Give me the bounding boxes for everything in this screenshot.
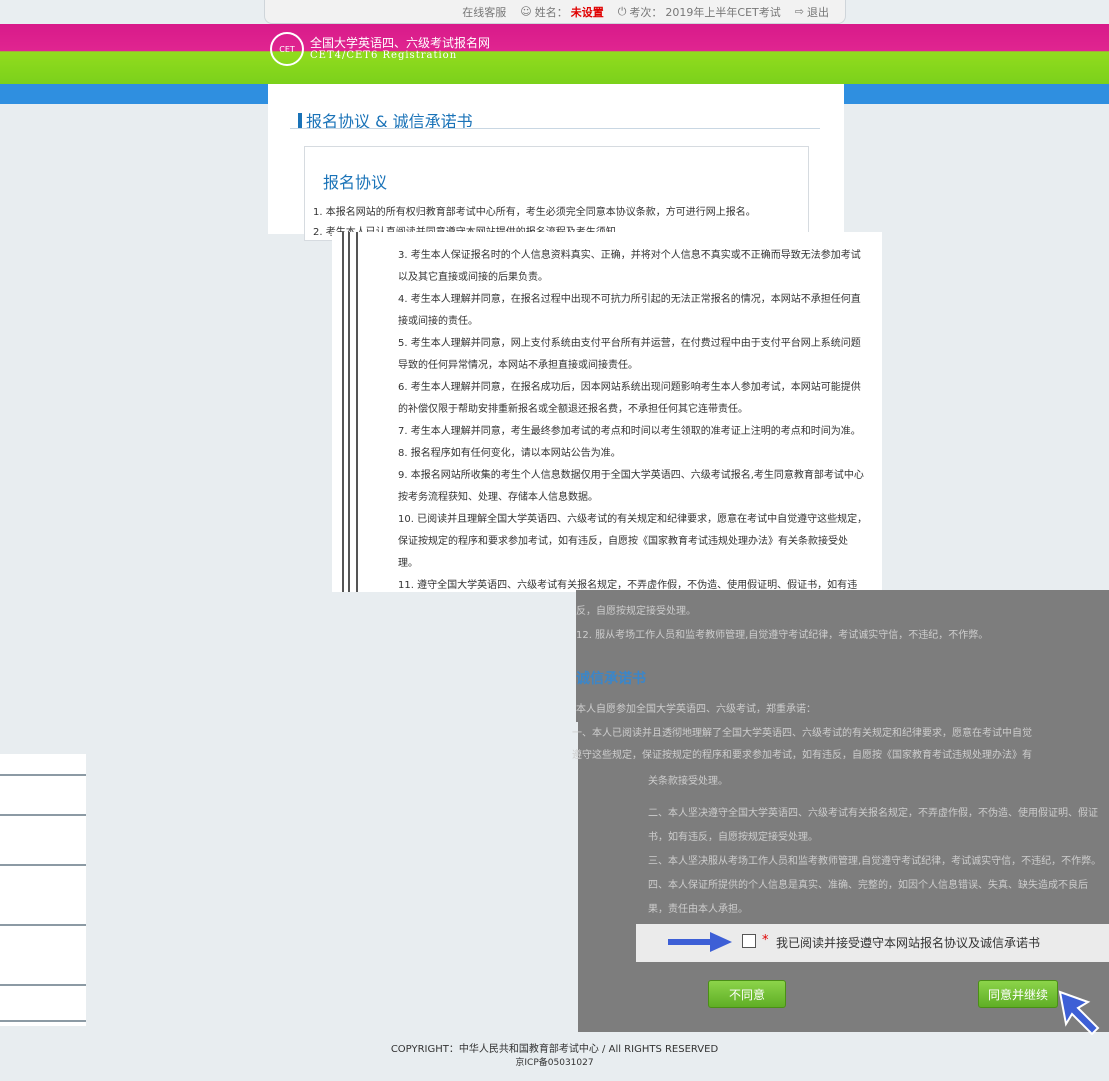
agreement-item: 反，自愿按规定接受处理。 [576,606,696,617]
required-mark: * [762,933,769,948]
logout-label: 退出 [807,5,829,19]
agreement-item: 5. 考生本人理解并同意，网上支付系统由支付平台所有并运营，在付费过程中由于支付… [398,338,861,349]
pointer-arrow-icon [668,932,732,952]
agreement-item: 9. 本报名网站所收集的考生个人信息数据仅用于全国大学英语四、六级考试报名,考生… [398,470,864,481]
title-divider [290,128,820,129]
pledge-item: 关条款接受处理。 [648,776,728,787]
agreement-item: 以及其它直接或间接的后果负责。 [398,272,548,283]
icp-number[interactable]: 京ICP备05031027 [0,1055,1109,1068]
site-title: 全国大学英语四、六级考试报名网 [310,36,491,50]
agreement-item: 理。 [398,558,418,569]
exam-label: 考次： [629,5,663,19]
agreement-item: 7. 考生本人理解并同意，考生最终参加考试的考点和时间以考生领取的准考证上注明的… [398,426,861,437]
exam-icon: ⏻ [617,4,627,18]
stripe [0,984,86,986]
agreement-scroll-area[interactable]: 3. 考生本人保证报名时的个人信息资料真实、正确，并将对个人信息不真实或不正确而… [332,232,882,592]
scroll-edge [348,232,350,592]
cet-seal-icon: CET [270,32,304,66]
agreement-panel: 报名协议 1. 本报名网站的所有权归教育部考试中心所有，考生必须完全同意本协议条… [304,146,809,241]
pledge-heading: 诚信承诺书 [576,671,646,687]
online-service-link[interactable]: 在线客服 [462,4,506,20]
pledge-item: 书，如有违反，自愿按规定接受处理。 [648,832,818,843]
site-subtitle: CET4/CET6 Registration [310,50,458,61]
stripe [0,814,86,816]
logout-icon: ⇨ [794,5,804,18]
copyright-text: COPYRIGHT：中华人民共和国教育部考试中心 / All RIGHTS RE… [390,1044,719,1055]
site-banner: CET 全国大学英语四、六级考试报名网 CET4/CET6 Registrati… [0,24,1109,84]
exam-session: ⏻ 考次： 2019年上半年CET考试 [618,4,781,20]
name-label: 姓名： [534,5,568,19]
agree-button[interactable]: 同意并继续 [978,980,1058,1008]
agreement-item: 8. 报名程序如有任何变化，请以本网站公告为准。 [398,448,621,459]
agreement-item: 6. 考生本人理解并同意，在报名成功后，因本网站系统出现问题影响考生本人参加考试… [398,382,861,393]
agreement-item: 1. 本报名网站的所有权归教育部考试中心所有，考生必须完全同意本协议条款，方可进… [313,207,756,218]
left-decoration [0,754,86,1026]
consent-checkbox[interactable] [742,934,756,948]
site-logo[interactable]: CET 全国大学英语四、六级考试报名网 CET4/CET6 Registrati… [270,32,490,66]
consent-label[interactable]: 我已阅读并接受遵守本网站报名协议及诚信承诺书 [776,934,1040,951]
pledge-item: 本人自愿参加全国大学英语四、六级考试，郑重承诺： [576,704,816,715]
name-value: 未设置 [570,5,604,19]
pledge-item: 一、本人已阅读并且透彻地理解了全国大学英语四、六级考试的有关规定和纪律要求，愿意… [572,728,1032,739]
exam-value: 2019年上半年CET考试 [665,5,781,19]
pledge-top-area: 反，自愿按规定接受处理。 12. 服从考场工作人员和监考教师管理,自觉遵守考试纪… [576,590,1109,722]
user-bar: 在线客服 ☺ 姓名： 未设置 ⏻ 考次： 2019年上半年CET考试 ⇨ 退出 [264,0,846,24]
agreement-item: 11. 遵守全国大学英语四、六级考试有关报名规定，不弄虚作假，不伪造、使用假证明… [398,580,858,591]
stripe [0,924,86,926]
scroll-edge [356,232,358,592]
agreement-heading: 报名协议 [323,173,388,192]
user-name: ☺ 姓名： 未设置 [520,4,603,20]
page-footer: COPYRIGHT：中华人民共和国教育部考试中心 / All RIGHTS RE… [0,1040,1109,1068]
logout-link[interactable]: ⇨ 退出 [795,4,829,20]
agreement-item: 导致的任何异常情况，本网站不承担直接或间接责任。 [398,360,638,371]
pledge-item: 三、本人坚决服从考场工作人员和监考教师管理,自觉遵守考试纪律，考试诚实守信，不违… [648,856,1102,867]
agreement-item: 10. 已阅读并且理解全国大学英语四、六级考试的有关规定和纪律要求，愿意在考试中… [398,514,868,525]
stripe [0,864,86,866]
pledge-item: 二、本人坚决遵守全国大学英语四、六级考试有关报名规定，不弄虚作假，不伪造、使用假… [648,808,1098,819]
stripe [0,774,86,776]
agreement-item: 3. 考生本人保证报名时的个人信息资料真实、正确，并将对个人信息不真实或不正确而… [398,250,861,261]
disagree-button[interactable]: 不同意 [708,980,786,1008]
stripe [0,1020,86,1022]
pledge-item: 四、本人保证所提供的个人信息是真实、准确、完整的，如因个人信息错误、失真、缺失造… [648,880,1088,891]
pledge-item: 果，责任由本人承担。 [648,904,748,915]
agreement-item: 12. 服从考场工作人员和监考教师管理,自觉遵守考试纪律，考试诚实守信，不违纪，… [576,630,989,641]
agreement-item: 的补偿仅限于帮助安排重新报名或全额退还报名费，不承担任何其它连带责任。 [398,404,748,415]
mouse-pointer-icon [1058,990,1100,1036]
scroll-edge [342,232,344,592]
agreement-item: 按考务流程获知、处理、存储本人信息数据。 [398,492,598,503]
agreement-item: 接或间接的责任。 [398,316,478,327]
agreement-item: 4. 考生本人理解并同意，在报名过程中出现不可抗力所引起的无法正常报名的情况，本… [398,294,861,305]
pledge-item: 遵守这些规定，保证按规定的程序和要求参加考试，如有违反，自愿按《国家教育考试违规… [572,750,1032,761]
user-icon: ☺ [520,5,532,18]
agreement-item: 保证按规定的程序和要求参加考试，如有违反，自愿按《国家教育考试违规处理办法》有关… [398,536,848,547]
